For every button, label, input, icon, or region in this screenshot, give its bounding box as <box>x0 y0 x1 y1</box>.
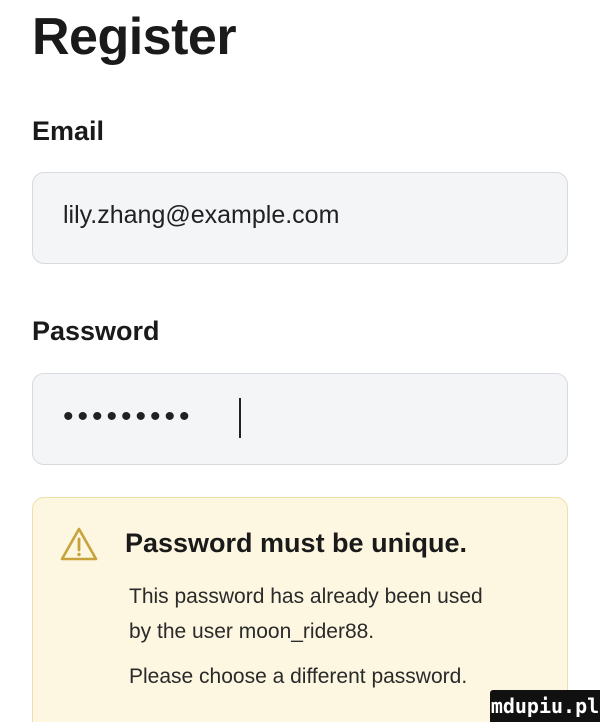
text-caret <box>239 398 241 438</box>
email-label: Email <box>32 116 105 146</box>
page-title: Register <box>32 8 237 66</box>
email-value: lily.zhang@example.com <box>63 201 340 229</box>
alert-message-line: by the user moon_rider88. <box>129 620 375 643</box>
password-label: Password <box>32 316 160 346</box>
alert-message-line: This password has already been used <box>129 585 483 608</box>
watermark: mdupiu.pl <box>490 690 600 722</box>
email-field[interactable]: lily.zhang@example.com <box>32 172 568 264</box>
register-page: Register Email lily.zhang@example.com Pa… <box>0 0 600 722</box>
password-masked-value: ••••••••• <box>63 400 194 433</box>
password-warning-alert: Password must be unique. This password h… <box>32 497 568 722</box>
alert-message-line: Please choose a different password. <box>129 665 468 688</box>
warning-triangle-icon <box>60 527 98 561</box>
alert-title: Password must be unique. <box>125 528 468 558</box>
password-field[interactable]: ••••••••• <box>32 373 568 465</box>
